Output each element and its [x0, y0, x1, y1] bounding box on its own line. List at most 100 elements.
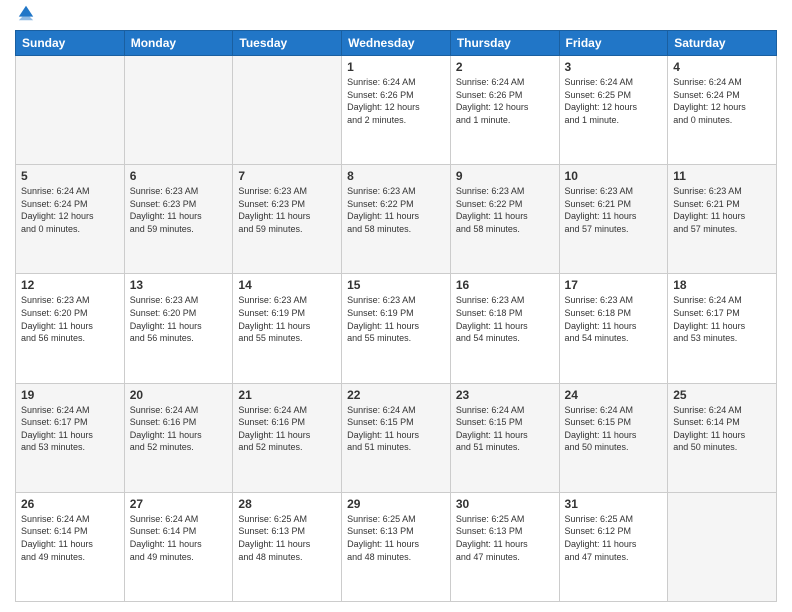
calendar-day-18: 18 Sunrise: 6:24 AM Sunset: 6:17 PM Dayli…	[668, 274, 777, 383]
day-info: Sunrise: 6:24 AM Sunset: 6:24 PM Dayligh…	[673, 76, 771, 126]
calendar-week-row: 5Sunrise: 6:24 AM Sunset: 6:24 PM Daylig…	[16, 165, 777, 274]
day-number: 29	[347, 497, 445, 511]
day-info: Sunrise: 6:23 AM Sunset: 6:21 PM Dayligh…	[565, 185, 663, 235]
day-number: 14	[238, 278, 336, 292]
day-info: Sunrise: 6:24 AM Sunset: 6:14 PM Dayligh…	[673, 404, 771, 454]
calendar-day-3: 3 Sunrise: 6:24 AM Sunset: 6:25 PM Daylig…	[559, 56, 668, 165]
calendar-day-27: 27 Sunrise: 6:24 AM Sunset: 6:14 PM Dayli…	[124, 492, 233, 601]
day-info: Sunrise: 6:23 AM Sunset: 6:22 PM Dayligh…	[456, 185, 554, 235]
calendar-week-row: 26 Sunrise: 6:24 AM Sunset: 6:14 PM Dayli…	[16, 492, 777, 601]
logo	[15, 14, 35, 22]
day-info: Sunrise: 6:23 AM Sunset: 6:20 PM Dayligh…	[21, 294, 119, 344]
calendar-day-25: 25 Sunrise: 6:24 AM Sunset: 6:14 PM Dayli…	[668, 383, 777, 492]
day-info: Sunrise: 6:24 AM Sunset: 6:26 PM Dayligh…	[456, 76, 554, 126]
calendar-day-10: 10 Sunrise: 6:23 AM Sunset: 6:21 PM Dayli…	[559, 165, 668, 274]
day-info: Sunrise: 6:23 AM Sunset: 6:20 PM Dayligh…	[130, 294, 228, 344]
day-info: Sunrise: 6:24 AM Sunset: 6:17 PM Dayligh…	[673, 294, 771, 344]
day-number: 15	[347, 278, 445, 292]
day-number: 25	[673, 388, 771, 402]
page: SundayMondayTuesdayWednesdayThursdayFrid…	[0, 0, 792, 612]
day-info: Sunrise: 6:24 AM Sunset: 6:15 PM Dayligh…	[347, 404, 445, 454]
day-info: Sunrise: 6:24 AM Sunset: 6:26 PM Dayligh…	[347, 76, 445, 126]
day-number: 6	[130, 169, 228, 183]
day-number: 17	[565, 278, 663, 292]
calendar-day-14: 14 Sunrise: 6:23 AM Sunset: 6:19 PM Dayli…	[233, 274, 342, 383]
calendar-day-2: 2 Sunrise: 6:24 AM Sunset: 6:26 PM Daylig…	[450, 56, 559, 165]
day-number: 18	[673, 278, 771, 292]
logo-icon	[17, 4, 35, 22]
day-header-tuesday: Tuesday	[233, 31, 342, 56]
day-number: 31	[565, 497, 663, 511]
empty-cell	[233, 56, 342, 165]
empty-cell	[668, 492, 777, 601]
day-info: Sunrise: 6:25 AM Sunset: 6:12 PM Dayligh…	[565, 513, 663, 563]
day-number: 2	[456, 60, 554, 74]
day-header-thursday: Thursday	[450, 31, 559, 56]
calendar-table: SundayMondayTuesdayWednesdayThursdayFrid…	[15, 30, 777, 602]
day-number: 27	[130, 497, 228, 511]
calendar-day-6: 6 Sunrise: 6:23 AM Sunset: 6:23 PM Daylig…	[124, 165, 233, 274]
calendar-day-28: 28 Sunrise: 6:25 AM Sunset: 6:13 PM Dayli…	[233, 492, 342, 601]
day-number: 13	[130, 278, 228, 292]
day-info: Sunrise: 6:24 AM Sunset: 6:16 PM Dayligh…	[130, 404, 228, 454]
calendar-day-13: 13 Sunrise: 6:23 AM Sunset: 6:20 PM Dayli…	[124, 274, 233, 383]
day-number: 24	[565, 388, 663, 402]
day-number: 22	[347, 388, 445, 402]
calendar-day-7: 7 Sunrise: 6:23 AM Sunset: 6:23 PM Daylig…	[233, 165, 342, 274]
calendar-day-30: 30Sunrise: 6:25 AM Sunset: 6:13 PM Dayli…	[450, 492, 559, 601]
day-number: 19	[21, 388, 119, 402]
day-info: Sunrise: 6:24 AM Sunset: 6:14 PM Dayligh…	[130, 513, 228, 563]
header	[15, 10, 777, 22]
calendar-day-8: 8 Sunrise: 6:23 AM Sunset: 6:22 PM Daylig…	[342, 165, 451, 274]
day-info: Sunrise: 6:23 AM Sunset: 6:23 PM Dayligh…	[130, 185, 228, 235]
calendar-day-26: 26Sunrise: 6:24 AM Sunset: 6:14 PM Dayli…	[16, 492, 125, 601]
day-header-saturday: Saturday	[668, 31, 777, 56]
day-number: 26	[21, 497, 119, 511]
day-number: 7	[238, 169, 336, 183]
day-info: Sunrise: 6:23 AM Sunset: 6:21 PM Dayligh…	[673, 185, 771, 235]
day-info: Sunrise: 6:23 AM Sunset: 6:18 PM Dayligh…	[456, 294, 554, 344]
calendar-day-16: 16 Sunrise: 6:23 AM Sunset: 6:18 PM Dayli…	[450, 274, 559, 383]
calendar-header-row: SundayMondayTuesdayWednesdayThursdayFrid…	[16, 31, 777, 56]
day-number: 12	[21, 278, 119, 292]
day-number: 20	[130, 388, 228, 402]
day-number: 10	[565, 169, 663, 183]
day-number: 28	[238, 497, 336, 511]
calendar-day-22: 22 Sunrise: 6:24 AM Sunset: 6:15 PM Dayli…	[342, 383, 451, 492]
day-header-monday: Monday	[124, 31, 233, 56]
day-info: Sunrise: 6:23 AM Sunset: 6:19 PM Dayligh…	[347, 294, 445, 344]
day-number: 1	[347, 60, 445, 74]
calendar-week-row: 1 Sunrise: 6:24 AM Sunset: 6:26 PM Daylig…	[16, 56, 777, 165]
day-number: 21	[238, 388, 336, 402]
day-info: Sunrise: 6:25 AM Sunset: 6:13 PM Dayligh…	[347, 513, 445, 563]
calendar-day-29: 29 Sunrise: 6:25 AM Sunset: 6:13 PM Dayli…	[342, 492, 451, 601]
calendar-day-5: 5Sunrise: 6:24 AM Sunset: 6:24 PM Daylig…	[16, 165, 125, 274]
calendar-day-19: 19 Sunrise: 6:24 AM Sunset: 6:17 PM Dayli…	[16, 383, 125, 492]
day-info: Sunrise: 6:24 AM Sunset: 6:17 PM Dayligh…	[21, 404, 119, 454]
day-number: 5	[21, 169, 119, 183]
calendar-day-24: 24Sunrise: 6:24 AM Sunset: 6:15 PM Dayli…	[559, 383, 668, 492]
calendar-day-4: 4Sunrise: 6:24 AM Sunset: 6:24 PM Daylig…	[668, 56, 777, 165]
empty-cell	[16, 56, 125, 165]
day-number: 9	[456, 169, 554, 183]
calendar-day-9: 9 Sunrise: 6:23 AM Sunset: 6:22 PM Daylig…	[450, 165, 559, 274]
empty-cell	[124, 56, 233, 165]
day-number: 30	[456, 497, 554, 511]
day-info: Sunrise: 6:23 AM Sunset: 6:23 PM Dayligh…	[238, 185, 336, 235]
day-number: 11	[673, 169, 771, 183]
day-info: Sunrise: 6:24 AM Sunset: 6:25 PM Dayligh…	[565, 76, 663, 126]
calendar-day-15: 15 Sunrise: 6:23 AM Sunset: 6:19 PM Dayli…	[342, 274, 451, 383]
calendar-day-1: 1 Sunrise: 6:24 AM Sunset: 6:26 PM Daylig…	[342, 56, 451, 165]
day-info: Sunrise: 6:23 AM Sunset: 6:18 PM Dayligh…	[565, 294, 663, 344]
day-number: 8	[347, 169, 445, 183]
calendar-week-row: 19 Sunrise: 6:24 AM Sunset: 6:17 PM Dayli…	[16, 383, 777, 492]
day-info: Sunrise: 6:24 AM Sunset: 6:16 PM Dayligh…	[238, 404, 336, 454]
calendar-day-17: 17 Sunrise: 6:23 AM Sunset: 6:18 PM Dayli…	[559, 274, 668, 383]
calendar-day-23: 23Sunrise: 6:24 AM Sunset: 6:15 PM Dayli…	[450, 383, 559, 492]
day-info: Sunrise: 6:25 AM Sunset: 6:13 PM Dayligh…	[238, 513, 336, 563]
day-info: Sunrise: 6:23 AM Sunset: 6:19 PM Dayligh…	[238, 294, 336, 344]
day-number: 16	[456, 278, 554, 292]
day-number: 3	[565, 60, 663, 74]
day-info: Sunrise: 6:23 AM Sunset: 6:22 PM Dayligh…	[347, 185, 445, 235]
calendar-day-11: 11 Sunrise: 6:23 AM Sunset: 6:21 PM Dayli…	[668, 165, 777, 274]
